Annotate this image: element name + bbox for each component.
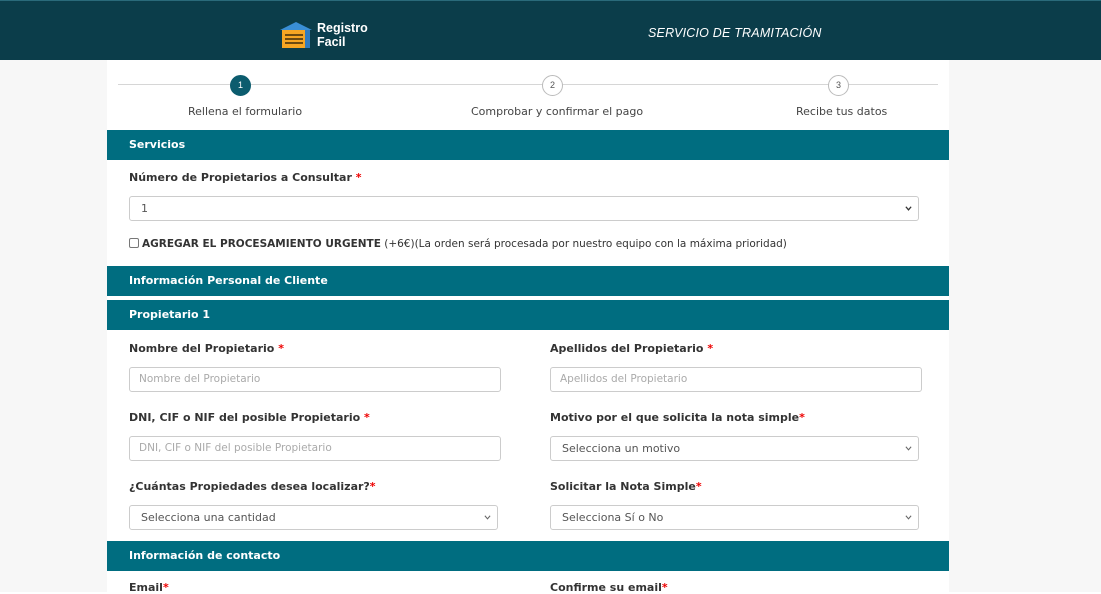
logo-line-2: Facil xyxy=(317,35,346,49)
step-2-label: Comprobar y confirmar el pago xyxy=(471,105,644,118)
step-2-indicator: 2 xyxy=(542,75,563,96)
num-propietarios-select[interactable]: 1 xyxy=(129,196,919,221)
section-propietario: Propietario 1 xyxy=(107,300,949,330)
chevron-down-icon xyxy=(905,515,912,520)
num-propietarios-label: Número de Propietarios a Consultar * xyxy=(129,171,362,184)
step-1-label: Rellena el formulario xyxy=(188,105,303,118)
chevron-down-icon xyxy=(905,206,912,211)
chevron-down-icon xyxy=(905,446,912,451)
section-servicios: Servicios xyxy=(107,130,949,160)
apellidos-label: Apellidos del Propietario * xyxy=(550,342,714,355)
registro-facil-logo-icon[interactable] xyxy=(278,20,314,50)
apellidos-input[interactable]: Apellidos del Propietario xyxy=(550,367,922,392)
nombre-label: Nombre del Propietario * xyxy=(129,342,284,355)
section-contacto: Información de contacto xyxy=(107,541,949,571)
top-header: Registro Facil SERVICIO DE TRAMITACIÓN xyxy=(0,0,1101,60)
nombre-input[interactable]: Nombre del Propietario xyxy=(129,367,501,392)
cantidad-select[interactable]: Selecciona una cantidad xyxy=(129,505,498,530)
nota-simple-select[interactable]: Selecciona Sí o No xyxy=(550,505,919,530)
step-3-label: Recibe tus datos xyxy=(796,105,888,118)
nota-simple-label: Solicitar la Nota Simple* xyxy=(550,480,702,493)
urgent-title: AGREGAR EL PROCESAMIENTO URGENTE xyxy=(142,238,381,250)
logo-line-1: Registro xyxy=(317,21,368,35)
urgent-description: (La orden será procesada por nuestro equ… xyxy=(414,238,787,250)
chevron-down-icon xyxy=(484,515,491,520)
dni-label: DNI, CIF o NIF del posible Propietario * xyxy=(129,411,370,424)
main-form-panel: 1 Rellena el formulario 2 Comprobar y co… xyxy=(107,60,949,594)
service-title: SERVICIO DE TRAMITACIÓN xyxy=(648,26,822,40)
step-1-indicator: 1 xyxy=(230,75,251,96)
email-label: Email* xyxy=(129,581,169,594)
urgent-price: (+6€) xyxy=(384,238,415,250)
cantidad-label: ¿Cuántas Propiedades desea localizar?* xyxy=(129,480,376,493)
motivo-label: Motivo por el que solicita la nota simpl… xyxy=(550,411,805,424)
urgent-checkbox[interactable] xyxy=(129,238,139,248)
step-3-indicator: 3 xyxy=(828,75,849,96)
urgent-option: AGREGAR EL PROCESAMIENTO URGENTE (+6€)(L… xyxy=(129,238,787,250)
motivo-select[interactable]: Selecciona un motivo xyxy=(550,436,919,461)
confirm-email-label: Confirme su email* xyxy=(550,581,668,594)
dni-input[interactable]: DNI, CIF o NIF del posible Propietario xyxy=(129,436,501,461)
logo-text[interactable]: Registro Facil xyxy=(317,21,368,49)
section-info-personal: Información Personal de Cliente xyxy=(107,266,949,296)
